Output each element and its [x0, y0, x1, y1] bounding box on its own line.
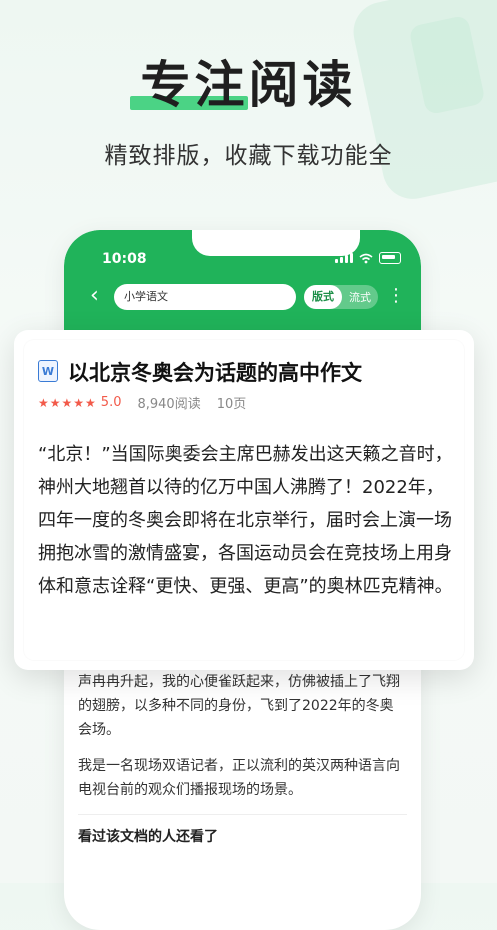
signal-icon	[335, 253, 353, 263]
toggle-flow-layout[interactable]: 流式	[342, 289, 378, 305]
hero-title: 专注阅读	[140, 56, 357, 114]
status-time: 10:08	[102, 251, 147, 267]
rating-value: 5.0	[100, 395, 122, 410]
more-icon[interactable]: ⋮	[387, 285, 405, 307]
divider	[78, 814, 407, 815]
status-icons	[335, 252, 401, 264]
back-arrow-icon[interactable]: ‹	[90, 285, 99, 307]
toggle-fixed-layout[interactable]: 版式	[304, 285, 342, 309]
word-doc-icon: W	[38, 360, 58, 382]
body-paragraph: 声冉冉升起，我的心便雀跃起来，仿佛被插上了飞翔的翅膀，以多种不同的身份，飞到了2…	[78, 674, 400, 738]
layout-toggle[interactable]: 版式 流式	[304, 285, 378, 309]
read-count: 8,940阅读	[137, 397, 201, 412]
document-body: 声冉冉升起，我的心便雀跃起来，仿佛被插上了飞翔的翅膀，以多种不同的身份，飞到了2…	[78, 670, 407, 849]
wifi-icon	[359, 253, 373, 263]
page-count: 10页	[216, 397, 247, 412]
document-title: 以北京冬奥会为话题的高中作文	[68, 361, 362, 385]
body-paragraph: 我是一名现场双语记者，正以流利的英汉两种语言向电视台前的观众们播报现场的场景。	[78, 758, 400, 798]
related-heading: 看过该文档的人还看了	[78, 829, 218, 845]
document-preview-card[interactable]: W 以北京冬奥会为话题的高中作文 ★★★★★ 5.0 8,940阅读 10页 “…	[14, 330, 474, 670]
document-excerpt: “北京！”当国际奥委会主席巴赫发出这天籁之音时，神州大地翘首以待的亿万中国人沸腾…	[38, 444, 453, 597]
hero-subtitle: 精致排版，收藏下载功能全	[104, 143, 393, 169]
document-meta: ★★★★★ 5.0 8,940阅读 10页	[38, 393, 246, 412]
rating-stars-icon: ★★★★★	[38, 395, 97, 410]
search-input[interactable]: 小学语文	[114, 284, 296, 310]
battery-icon	[379, 252, 401, 264]
